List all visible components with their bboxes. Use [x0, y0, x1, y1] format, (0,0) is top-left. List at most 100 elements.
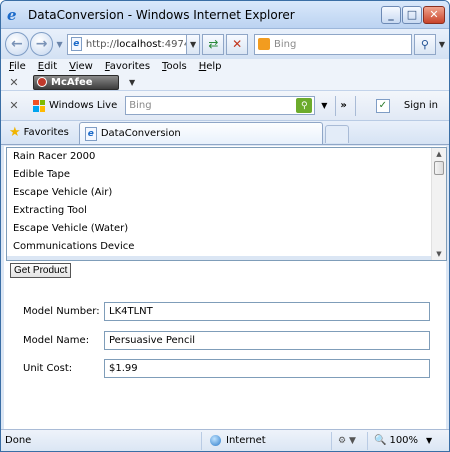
- status-bar: Done Internet ⚙ ▼ 🔍 100% ▼: [1, 429, 449, 451]
- list-item[interactable]: Edible Tape: [7, 166, 446, 184]
- search-placeholder: Bing: [273, 38, 297, 50]
- lock-icon: ⚙: [338, 435, 347, 446]
- back-arrow-icon: ←: [11, 36, 23, 52]
- address-suffix: :4974/: [161, 38, 185, 50]
- menu-bar: File Edit View Favorites Tools Help: [1, 59, 449, 74]
- menu-favorites[interactable]: Favorites: [105, 61, 150, 72]
- model-number-field[interactable]: LK4TLNT: [104, 302, 430, 321]
- live-search-go-icon[interactable]: ⚲: [296, 98, 313, 113]
- forward-button[interactable]: →: [29, 32, 54, 56]
- listbox-scrollbar[interactable]: ▲ ▼: [431, 148, 446, 260]
- mcafee-shield-icon: [37, 77, 47, 87]
- unit-cost-row: Unit Cost: $1.99: [23, 359, 430, 378]
- zoom-level: 100%: [389, 435, 419, 446]
- live-search-input[interactable]: Bing ⚲: [125, 96, 316, 115]
- address-host: localhost: [116, 38, 162, 50]
- minimize-button[interactable]: _: [381, 5, 401, 24]
- close-toolbar-icon[interactable]: ✕: [7, 76, 21, 89]
- menu-help[interactable]: Help: [199, 61, 222, 72]
- list-item[interactable]: Escape Vehicle (Air): [7, 184, 446, 202]
- get-product-button[interactable]: Get Product: [10, 263, 72, 278]
- forward-arrow-icon: →: [35, 36, 48, 52]
- windows-live-icon: [33, 99, 45, 112]
- mcafee-button[interactable]: McAfee: [33, 74, 119, 90]
- favorites-button[interactable]: ★ Favorites: [5, 121, 73, 143]
- maximize-button[interactable]: □: [402, 5, 422, 24]
- new-tab-button[interactable]: [324, 125, 349, 143]
- address-bar[interactable]: e http://localhost:4974/: [66, 33, 187, 55]
- scroll-up-icon[interactable]: ▲: [432, 148, 446, 160]
- window-controls: _ □ ✕: [381, 5, 445, 24]
- page-icon: e: [84, 126, 97, 141]
- stop-button[interactable]: ✕: [226, 33, 248, 55]
- unit-cost-label: Unit Cost:: [23, 363, 73, 374]
- model-number-label: Model Number:: [23, 306, 100, 317]
- refresh-button[interactable]: ⇄: [202, 33, 225, 55]
- address-dropdown-button[interactable]: ▼: [186, 33, 201, 55]
- search-button[interactable]: ⚲: [414, 33, 436, 55]
- live-search-placeholder: Bing: [129, 100, 152, 111]
- menu-view[interactable]: View: [69, 61, 93, 72]
- refresh-icon: ⇄: [208, 37, 219, 51]
- list-item[interactable]: Extracting Tool: [7, 202, 446, 220]
- address-toolbar: ← → ▼ e http://localhost:4974/ ▼ ⇄ ✕ Bin…: [1, 29, 449, 59]
- ie-logo-icon: e: [7, 5, 17, 24]
- zoom-control[interactable]: 🔍 100% ▼: [367, 431, 432, 450]
- close-toolbar-icon[interactable]: ✕: [7, 99, 21, 112]
- search-icon: ⚲: [420, 37, 429, 51]
- page-icon: e: [70, 37, 82, 51]
- address-prefix: http://: [85, 38, 117, 50]
- security-zone[interactable]: Internet: [201, 431, 331, 450]
- menu-edit[interactable]: Edit: [38, 61, 57, 72]
- mcafee-dropdown-icon[interactable]: ▼: [129, 78, 135, 87]
- protected-mode-dropdown-icon: ▼: [348, 435, 356, 446]
- model-name-label: Model Name:: [23, 335, 90, 346]
- list-item[interactable]: Rain Racer 2000: [7, 148, 446, 166]
- recent-pages-dropdown-icon[interactable]: ▼: [56, 40, 62, 49]
- title-bar: e DataConversion - Windows Internet Expl…: [1, 1, 449, 29]
- checkbox-icon[interactable]: ✓: [375, 98, 390, 113]
- chevron-more-icon[interactable]: »: [340, 100, 346, 111]
- page-content: Rain Racer 2000 Edible Tape Escape Vehic…: [4, 146, 447, 429]
- model-number-row: Model Number: LK4TLNT: [23, 302, 430, 321]
- globe-icon: [210, 435, 221, 446]
- back-button[interactable]: ←: [5, 32, 29, 56]
- chevron-down-icon: ▼: [189, 39, 197, 49]
- list-item[interactable]: Escape Vehicle (Water): [7, 220, 446, 238]
- model-name-row: Model Name: Persuasive Pencil: [23, 331, 430, 350]
- scrollbar-thumb[interactable]: [434, 161, 444, 175]
- search-options-dropdown-icon[interactable]: ▼: [439, 40, 445, 49]
- bing-icon: [257, 38, 270, 50]
- search-input[interactable]: Bing: [253, 33, 413, 55]
- browser-window: e DataConversion - Windows Internet Expl…: [0, 0, 450, 452]
- model-name-field[interactable]: Persuasive Pencil: [104, 331, 430, 350]
- address-url[interactable]: http://localhost:4974/: [86, 39, 186, 50]
- unit-cost-field[interactable]: $1.99: [104, 359, 430, 378]
- zone-label: Internet: [226, 435, 266, 446]
- tab-title: DataConversion: [100, 128, 181, 139]
- list-item[interactable]: Communications Device: [7, 238, 446, 256]
- favorites-bar: ★ Favorites e DataConversion: [1, 121, 449, 145]
- product-listbox[interactable]: Rain Racer 2000 Edible Tape Escape Vehic…: [6, 147, 447, 261]
- close-button[interactable]: ✕: [423, 5, 445, 24]
- tab-dataconversion[interactable]: e DataConversion: [78, 122, 323, 144]
- toolbar-divider: [335, 95, 337, 116]
- star-icon: ★: [9, 124, 21, 140]
- mcafee-label: McAfee: [51, 76, 93, 88]
- favorites-label: Favorites: [23, 126, 69, 138]
- window-title: DataConversion - Windows Internet Explor…: [28, 7, 295, 22]
- windows-live-label[interactable]: Windows Live: [49, 100, 117, 111]
- mcafee-toolbar: ✕ McAfee ▼: [1, 74, 449, 91]
- list-item-partial[interactable]: [7, 256, 446, 260]
- menu-tools[interactable]: Tools: [162, 61, 187, 72]
- toolbar-divider: [354, 95, 356, 116]
- windows-live-toolbar: ✕ Windows Live Bing ⚲ ▼ » ✓ Sign in: [1, 91, 449, 121]
- protected-mode-button[interactable]: ⚙ ▼: [331, 431, 367, 450]
- zoom-dropdown-icon[interactable]: ▼: [426, 436, 432, 445]
- menu-file[interactable]: File: [9, 61, 26, 72]
- sign-in-link[interactable]: Sign in: [404, 100, 438, 111]
- live-search-dropdown-icon[interactable]: ▼: [321, 101, 327, 110]
- stop-icon: ✕: [232, 37, 243, 51]
- scroll-down-icon[interactable]: ▼: [432, 248, 446, 260]
- zoom-icon: 🔍: [374, 435, 387, 446]
